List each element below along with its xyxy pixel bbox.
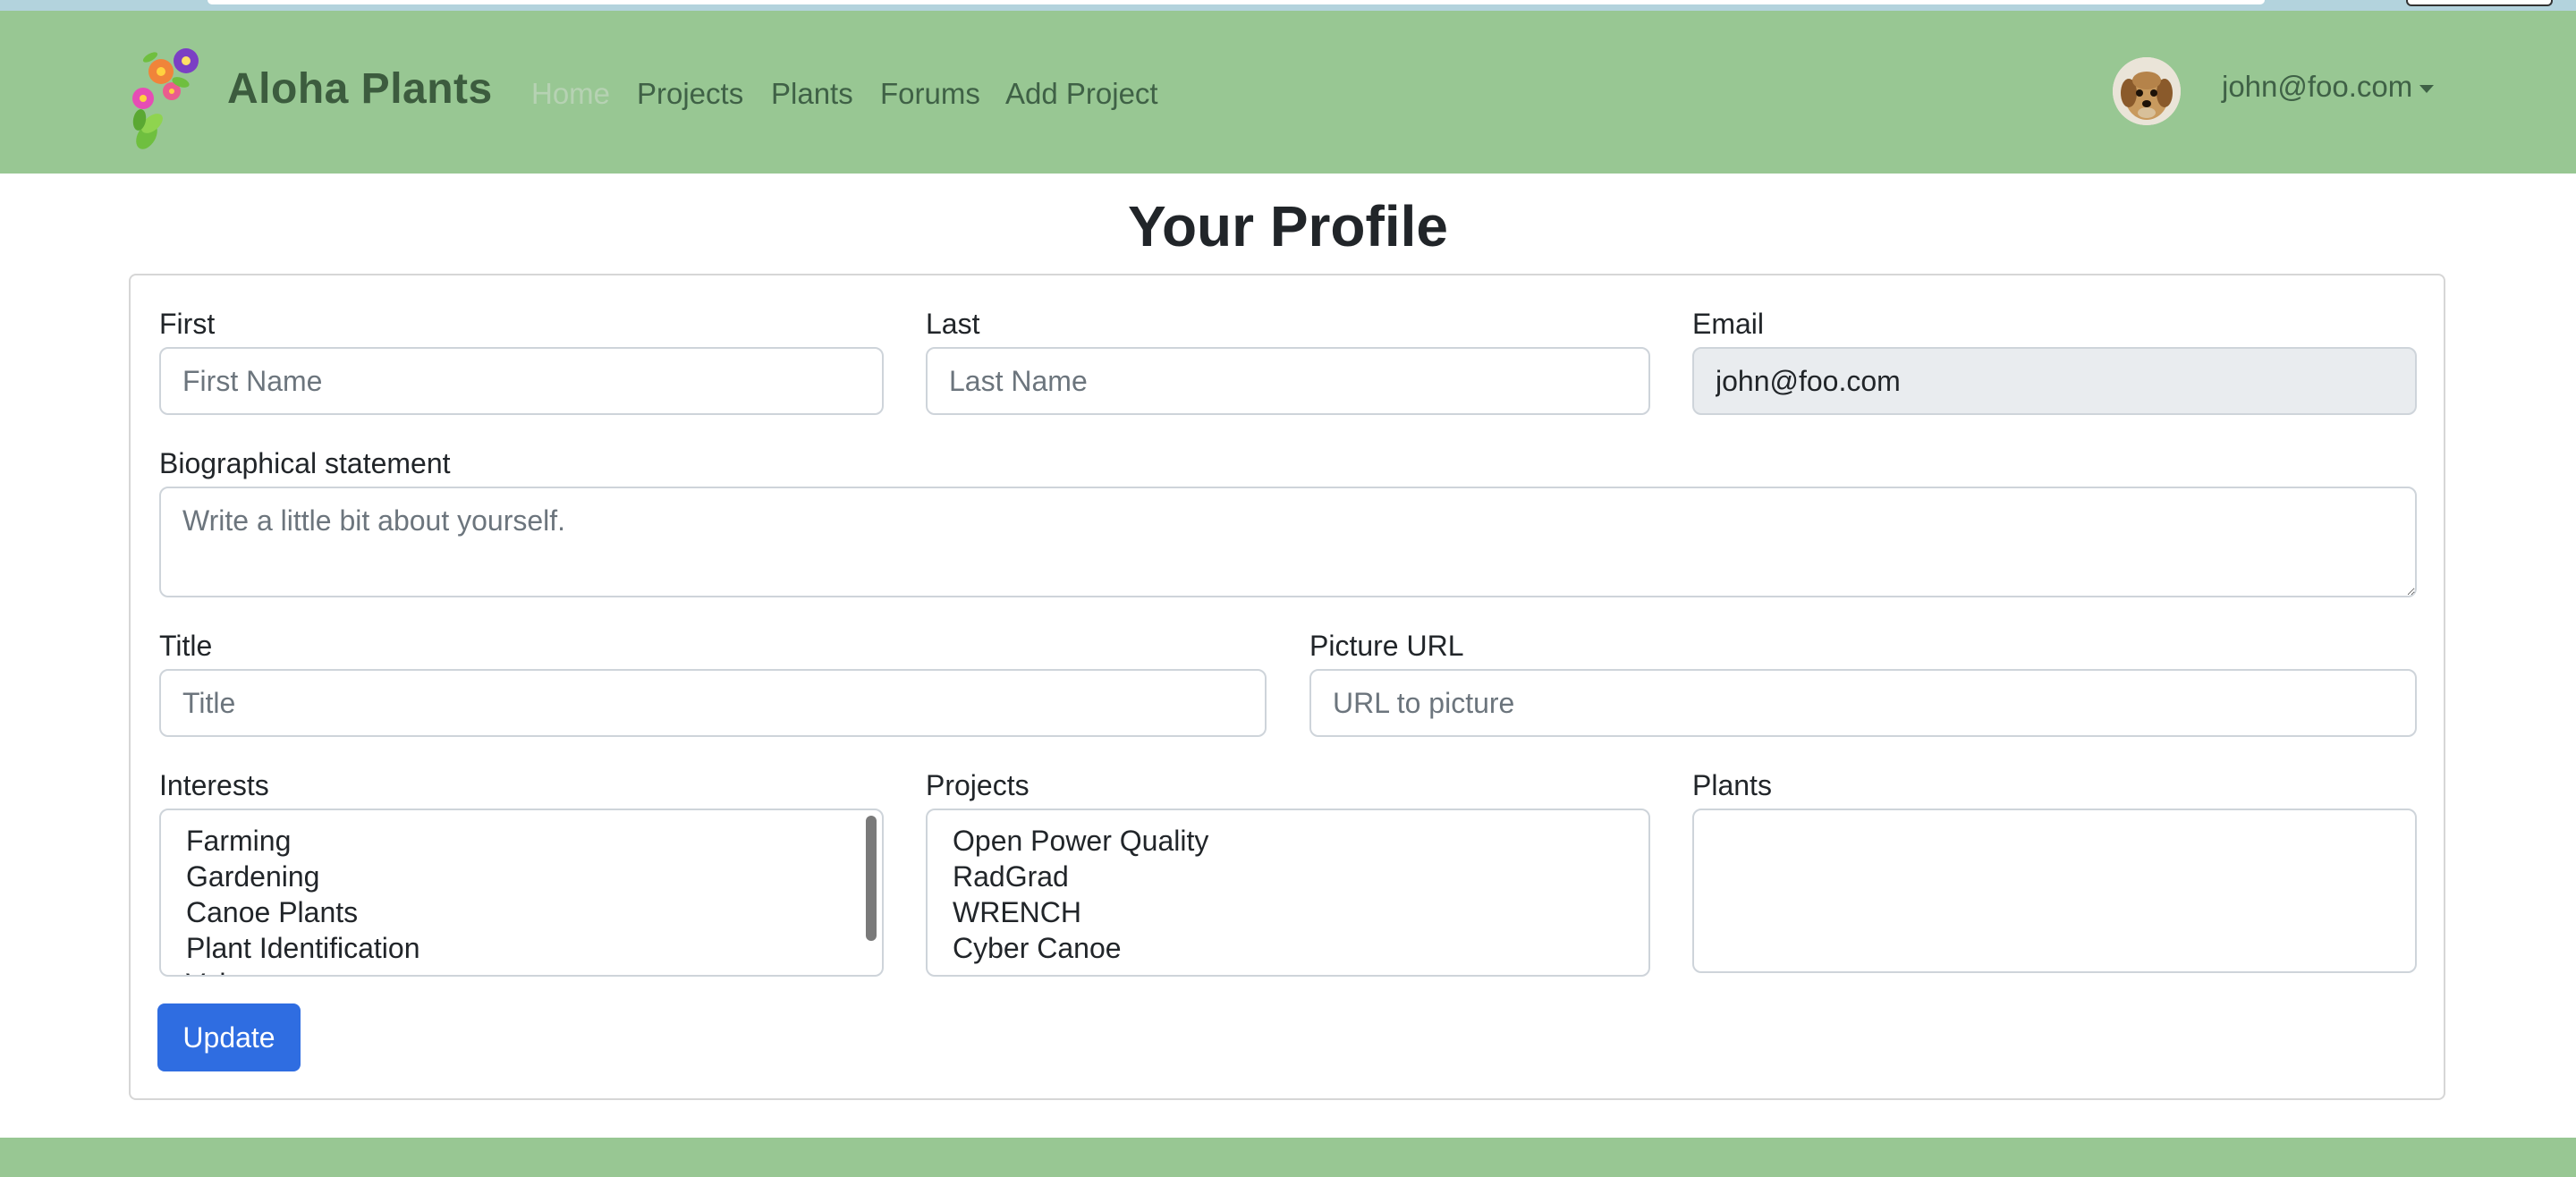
title-label: Title bbox=[159, 630, 213, 662]
projects-label: Projects bbox=[926, 769, 1030, 801]
update-button[interactable]: Update bbox=[157, 1003, 301, 1071]
project-option[interactable]: RadGrad bbox=[928, 859, 1648, 894]
picture-url-label: Picture URL bbox=[1309, 630, 1464, 662]
interests-scrollbar[interactable] bbox=[866, 816, 877, 941]
interest-option[interactable]: Volunteer bbox=[161, 966, 882, 975]
user-dropdown[interactable]: john@foo.com bbox=[2222, 70, 2435, 104]
hibiscus-logo-icon[interactable] bbox=[125, 38, 215, 154]
nav-plants[interactable]: Plants bbox=[771, 77, 853, 111]
title-input[interactable] bbox=[159, 669, 1267, 737]
project-option[interactable]: Cyber Canoe bbox=[928, 930, 1648, 966]
project-option[interactable]: WRENCH bbox=[928, 894, 1648, 930]
footer bbox=[0, 1138, 2576, 1177]
email-field[interactable] bbox=[1692, 347, 2417, 415]
last-name-label: Last bbox=[926, 308, 980, 340]
picture-url-input[interactable] bbox=[1309, 669, 2417, 737]
user-email: john@foo.com bbox=[2222, 70, 2413, 103]
last-name-input[interactable] bbox=[926, 347, 1650, 415]
brand-link[interactable]: Aloha Plants bbox=[227, 64, 493, 114]
interests-label: Interests bbox=[159, 769, 269, 801]
interest-option[interactable]: Gardening bbox=[161, 859, 882, 894]
first-name-label: First bbox=[159, 308, 216, 340]
interest-option[interactable]: Plant Identification bbox=[161, 930, 882, 966]
bio-label: Biographical statement bbox=[159, 447, 451, 479]
interests-multiselect[interactable]: Farming Gardening Canoe Plants Plant Ide… bbox=[159, 809, 884, 977]
project-option[interactable]: Open Power Quality bbox=[928, 823, 1648, 859]
plants-label: Plants bbox=[1692, 769, 1772, 801]
browser-button-edge bbox=[2406, 0, 2553, 6]
projects-multiselect[interactable]: Open Power Quality RadGrad WRENCH Cyber … bbox=[926, 809, 1650, 977]
navbar: Aloha Plants Home Projects Plants Forums… bbox=[0, 11, 2576, 174]
page-title: Your Profile bbox=[1128, 194, 1448, 258]
email-label: Email bbox=[1692, 308, 1765, 340]
nav-forums[interactable]: Forums bbox=[880, 77, 980, 111]
plants-multiselect[interactable] bbox=[1692, 809, 2417, 973]
nav-home[interactable]: Home bbox=[531, 77, 610, 111]
nav-add-project[interactable]: Add Project bbox=[1005, 77, 1158, 111]
browser-top-strip bbox=[0, 0, 2576, 11]
first-name-input[interactable] bbox=[159, 347, 884, 415]
interest-option[interactable]: Canoe Plants bbox=[161, 894, 882, 930]
interest-option[interactable]: Farming bbox=[161, 823, 882, 859]
avatar[interactable] bbox=[2113, 57, 2181, 125]
nav-projects[interactable]: Projects bbox=[637, 77, 743, 111]
address-bar-edge bbox=[208, 0, 2265, 4]
bio-textarea[interactable] bbox=[159, 487, 2417, 597]
caret-down-icon bbox=[2419, 84, 2435, 93]
